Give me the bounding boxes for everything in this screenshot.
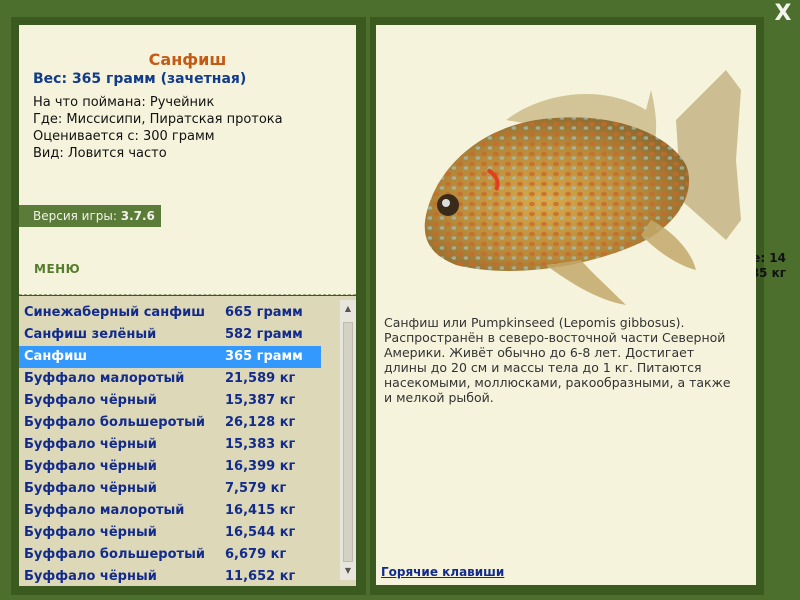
list-item-name: Буффало большеротый bbox=[24, 415, 205, 430]
list-item[interactable]: Буффало малоротый 21,589 кг bbox=[19, 368, 321, 390]
divider bbox=[19, 294, 356, 295]
list-item-weight: 26,128 кг bbox=[225, 415, 296, 430]
list-item[interactable]: Буффало чёрный 15,387 кг bbox=[19, 390, 321, 412]
fish-title: Санфиш bbox=[148, 50, 227, 69]
location-line: Где: Миссисипи, Пиратская протока bbox=[33, 112, 283, 127]
version-label: Версия игры: bbox=[33, 209, 117, 223]
list-item[interactable]: Буффало большеротый 6,679 кг bbox=[19, 544, 321, 566]
list-item-weight: 6,679 кг bbox=[225, 547, 287, 562]
list-item-name: Буффало малоротый bbox=[24, 371, 185, 386]
fish-weight: Вес: 365 грамм (зачетная) bbox=[33, 71, 247, 87]
list-item-name: Буффало чёрный bbox=[24, 437, 157, 452]
list-item[interactable]: Буффало большеротый 26,128 кг bbox=[19, 412, 321, 434]
close-icon[interactable]: X bbox=[768, 3, 798, 25]
list-item-weight: 16,544 кг bbox=[225, 525, 296, 540]
list-item-name: Буффало малоротый bbox=[24, 503, 185, 518]
list-item-name: Буффало чёрный bbox=[24, 459, 157, 474]
list-item-weight: 15,383 кг bbox=[225, 437, 296, 452]
valued-line: Оценивается с: 300 грамм bbox=[33, 129, 215, 144]
menu-button[interactable]: МЕНЮ bbox=[34, 262, 80, 276]
fish-description: Санфиш или Pumpkinseed (Lepomis gibbosus… bbox=[384, 315, 731, 405]
catch-list-panel: Синежаберный санфиш 665 грамм Санфиш зелён… bbox=[19, 296, 356, 586]
scroll-down-icon[interactable]: ▼ bbox=[340, 564, 356, 578]
list-item[interactable]: Буффало чёрный 7,579 кг bbox=[19, 478, 321, 500]
list-item-name: Буффало чёрный bbox=[24, 569, 157, 584]
kind-line: Вид: Ловится часто bbox=[33, 146, 167, 161]
list-item-weight: 582 грамм bbox=[225, 327, 303, 342]
list-item[interactable]: Буффало чёрный 16,399 кг bbox=[19, 456, 321, 478]
list-item-weight: 15,387 кг bbox=[225, 393, 296, 408]
list-item-name: Санфиш зелёный bbox=[24, 327, 157, 342]
list-item-name: Санфиш bbox=[24, 349, 88, 364]
list-item-weight: 16,399 кг bbox=[225, 459, 296, 474]
fish-image bbox=[424, 70, 741, 305]
list-item-name: Синежаберный санфиш bbox=[24, 305, 206, 320]
list-item[interactable]: Санфиш 365 грамм bbox=[19, 346, 321, 368]
fish-detail-panel: Санфиш или Pumpkinseed (Lepomis gibbosus… bbox=[376, 25, 756, 585]
fish-info-panel: Санфиш Вес: 365 грамм (зачетная) На что … bbox=[19, 25, 356, 295]
list-item-name: Буффало чёрный bbox=[24, 481, 157, 496]
list-item[interactable]: Буффало чёрный 16,544 кг bbox=[19, 522, 321, 544]
catch-list: Синежаберный санфиш 665 грамм Санфиш зелён… bbox=[19, 302, 321, 586]
list-item-name: Буффало чёрный bbox=[24, 393, 157, 408]
scroll-thumb[interactable] bbox=[343, 322, 353, 562]
list-item[interactable]: Санфиш зелёный 582 грамм bbox=[19, 324, 321, 346]
list-item-weight: 16,415 кг bbox=[225, 503, 296, 518]
scrollbar[interactable]: ▲ ▼ bbox=[340, 300, 356, 580]
list-item-name: Буффало чёрный bbox=[24, 525, 157, 540]
list-item[interactable]: Буффало малоротый 16,415 кг bbox=[19, 500, 321, 522]
version-badge: Версия игры: 3.7.6 bbox=[19, 205, 161, 227]
list-item-weight: 665 грамм bbox=[225, 305, 303, 320]
list-item-weight: 21,589 кг bbox=[225, 371, 296, 386]
list-item[interactable]: Синежаберный санфиш 665 грамм bbox=[19, 302, 321, 324]
list-item-weight: 7,579 кг bbox=[225, 481, 287, 496]
list-item[interactable]: Буффало чёрный 15,383 кг bbox=[19, 434, 321, 456]
list-item-name: Буффало большеротый bbox=[24, 547, 205, 562]
list-item[interactable]: Буффало чёрный 11,652 кг bbox=[19, 566, 321, 586]
scroll-up-icon[interactable]: ▲ bbox=[340, 302, 356, 316]
bait-line: На что поймана: Ручейник bbox=[33, 95, 215, 110]
list-item-weight: 365 грамм bbox=[225, 349, 303, 364]
version-value: 3.7.6 bbox=[120, 209, 155, 223]
list-item-weight: 11,652 кг bbox=[225, 569, 296, 584]
hotkeys-link[interactable]: Горячие клавиши bbox=[381, 565, 504, 579]
